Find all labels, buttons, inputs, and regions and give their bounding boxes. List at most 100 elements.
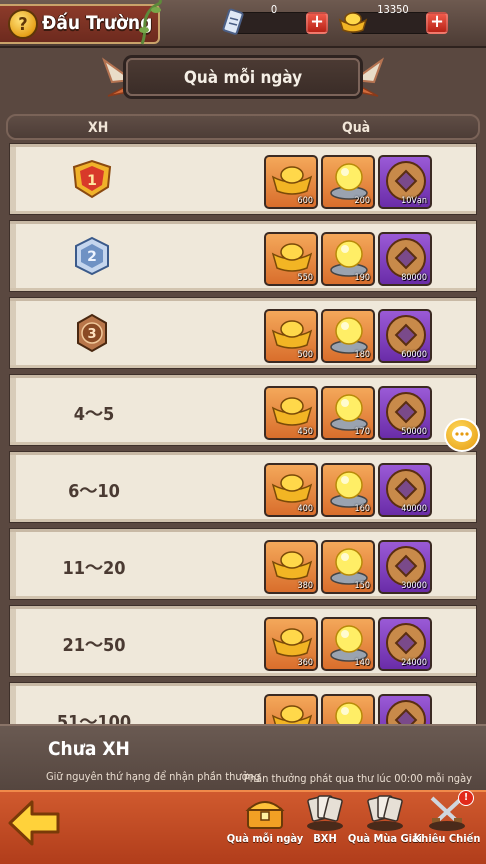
reward-qty: 360 (297, 658, 313, 668)
table-row: 2 550 190 80000 (10, 221, 476, 291)
gold-ingot-icon (271, 320, 313, 349)
coin-reward[interactable]: 60000 (378, 309, 432, 363)
gold-ingot-icon (271, 551, 313, 580)
reward-qty: 140 (354, 658, 370, 668)
table-row: 3 500 180 60000 (10, 298, 476, 368)
table-row: 1 600 200 10Vạn (10, 144, 476, 214)
column-header-reward: Quà (342, 120, 371, 136)
gold-ingot-icon (271, 705, 313, 724)
chat-bubble-icon (452, 426, 472, 442)
gold-ingot-icon (271, 628, 313, 657)
coin-reward[interactable] (378, 694, 432, 724)
coin-reward[interactable]: 24000 (378, 617, 432, 671)
back-arrow-icon[interactable] (6, 798, 62, 848)
bottom-nav: Quà mỗi ngày BXH Quà Mùa Giải Khiêu Chiế… (0, 790, 486, 864)
column-header-rank: XH (88, 120, 109, 136)
orb-reward[interactable]: 180 (321, 309, 375, 363)
orb-reward[interactable]: 170 (321, 386, 375, 440)
medal-rank: 2 (87, 249, 97, 265)
reward-qty: 550 (297, 273, 313, 283)
orb-reward[interactable]: 160 (321, 463, 375, 517)
gold-ingot-reward[interactable]: 360 (264, 617, 318, 671)
reward-qty: 380 (297, 581, 313, 591)
reward-qty: 500 (297, 350, 313, 360)
coin-reward[interactable]: 30000 (378, 540, 432, 594)
gold-ingot-reward[interactable] (264, 694, 318, 724)
gold-count: 13350 (377, 3, 409, 16)
banner-plate: Quà mỗi ngày (126, 58, 360, 96)
medal-rank: 1 (87, 173, 97, 189)
reward-qty: 80000 (401, 273, 427, 283)
keep-rank-hint: Giữ nguyên thứ hạng để nhận phần thưởng (46, 770, 261, 783)
coin-reward[interactable]: 10Vạn (378, 155, 432, 209)
reward-qty: 170 (354, 427, 370, 437)
silver-medal-icon: 2 (75, 236, 109, 276)
gold-ingot-reward[interactable]: 500 (264, 309, 318, 363)
coin-reward[interactable]: 80000 (378, 232, 432, 286)
reward-qty: 30000 (401, 581, 427, 591)
orb-reward[interactable]: 190 (321, 232, 375, 286)
reward-qty: 60000 (401, 350, 427, 360)
gold-ingot-icon (271, 397, 313, 426)
table-row: 21～50 360 140 24000 (10, 606, 476, 676)
reward-qty: 24000 (401, 658, 427, 668)
chat-button[interactable] (444, 418, 480, 452)
ticket-icon (222, 8, 244, 35)
table-header: XH Quà (6, 114, 480, 140)
table-row: 51～100 (10, 683, 476, 724)
light-orb-icon (330, 471, 368, 508)
gold-ingot-reward[interactable]: 400 (264, 463, 318, 517)
reward-qty: 50000 (401, 427, 427, 437)
light-orb-icon (330, 548, 368, 585)
help-icon[interactable]: ? (8, 9, 38, 39)
gold-ingot-reward[interactable]: 600 (264, 155, 318, 209)
reward-qty: 200 (354, 196, 370, 206)
rank-range: 11～20 (62, 558, 126, 579)
orb-reward[interactable]: 150 (321, 540, 375, 594)
orb-reward[interactable] (321, 694, 375, 724)
banner: Quà mỗi ngày (100, 52, 386, 102)
light-orb-icon (330, 394, 368, 431)
orb-reward[interactable]: 200 (321, 155, 375, 209)
light-orb-icon (330, 317, 368, 354)
gold-ingot-reward[interactable]: 550 (264, 232, 318, 286)
light-orb-icon (330, 163, 368, 200)
coin-reward[interactable]: 50000 (378, 386, 432, 440)
top-bar: ? Đấu Trường 0 + 13350 + (0, 0, 486, 48)
light-orb-icon (330, 625, 368, 662)
add-gold-button[interactable]: + (426, 12, 448, 34)
gold-ingot-reward[interactable]: 380 (264, 540, 318, 594)
gold-ingot-icon (271, 243, 313, 272)
bronze-coin-icon (386, 700, 426, 724)
medal-rank: 3 (87, 327, 96, 342)
my-rank-status: Chưa XH (48, 738, 130, 760)
light-orb-icon (330, 240, 368, 277)
reward-qty: 600 (297, 196, 313, 206)
orb-reward[interactable]: 140 (321, 617, 375, 671)
add-ticket-button[interactable]: + (306, 12, 328, 34)
vine-decoration-icon (139, 0, 162, 45)
table-row: 4～5 450 170 50000 (10, 375, 476, 445)
ticket-count: 0 (270, 3, 278, 16)
reward-qty: 150 (354, 581, 370, 591)
reward-qty: 450 (297, 427, 313, 437)
gold-ingot-icon (338, 12, 368, 33)
reward-qty: 400 (297, 504, 313, 514)
gold-ingot-reward[interactable]: 450 (264, 386, 318, 440)
light-orb-icon (335, 702, 363, 724)
gold-ingot-icon (271, 474, 313, 503)
rank-range: 4～5 (73, 404, 115, 425)
gold-medal-icon: 1 (72, 159, 112, 199)
bronze-medal-icon: 3 (77, 313, 107, 353)
tab-challenge[interactable]: Khiêu Chiến (402, 792, 486, 864)
reward-qty: 160 (354, 504, 370, 514)
my-rank-panel: Chưa XH Giữ nguyên thứ hạng để nhận phần… (0, 724, 486, 790)
table-row: 6～10 400 160 40000 (10, 452, 476, 522)
rank-range: 51～100 (56, 712, 132, 724)
reward-qty: 190 (354, 273, 370, 283)
rank-range: 21～50 (62, 635, 126, 656)
coin-reward[interactable]: 40000 (378, 463, 432, 517)
tab-label: Khiêu Chiến (413, 832, 481, 845)
reward-list[interactable]: 1 600 200 10Vạn 2 550 190 80000 3 500 18… (0, 142, 486, 724)
reward-time-hint: Phần thưởng phát qua thư lúc 00:00 mỗi n… (243, 772, 472, 785)
